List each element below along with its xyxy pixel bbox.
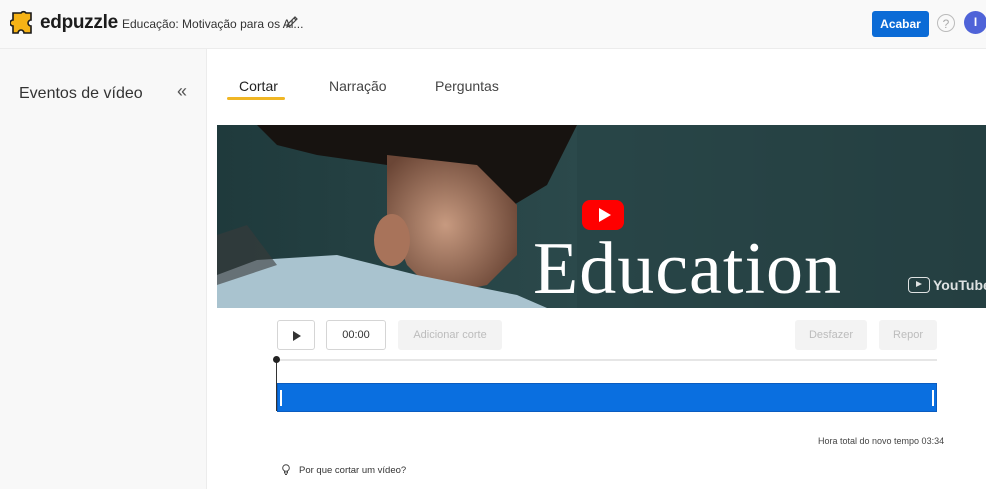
sidebar-title: Eventos de vídeo [19, 85, 143, 102]
tab-perguntas[interactable]: Perguntas [435, 78, 499, 94]
video-title-overlay: Education [533, 228, 843, 310]
timeline-track[interactable] [277, 359, 937, 361]
help-icon[interactable]: ? [937, 14, 955, 32]
youtube-logo[interactable]: YouTube [908, 277, 986, 293]
puzzle-logo-icon [10, 10, 32, 34]
pencil-icon[interactable] [284, 14, 300, 30]
avatar[interactable]: I [964, 11, 986, 34]
tab-cortar[interactable]: Cortar [239, 78, 278, 94]
collapse-sidebar-icon[interactable]: « [177, 81, 187, 102]
finish-button[interactable]: Acabar [872, 11, 929, 37]
play-button[interactable] [277, 320, 315, 350]
tab-narracao[interactable]: Narração [329, 78, 387, 94]
add-cut-button[interactable]: Adicionar corte [398, 320, 502, 350]
active-tab-indicator [227, 97, 285, 100]
current-time-field[interactable]: 00:00 [326, 320, 386, 350]
logo-text: edpuzzle [40, 12, 118, 33]
playhead-handle[interactable] [273, 356, 280, 363]
clip-start-handle[interactable] [280, 390, 282, 406]
why-cut-link[interactable]: Por que cortar um vídeo? [281, 464, 406, 476]
video-clip-bar[interactable] [277, 383, 937, 412]
clip-end-handle[interactable] [932, 390, 934, 406]
total-time-label: Hora total do novo tempo 03:34 [818, 436, 945, 446]
why-cut-label: Por que cortar um vídeo? [299, 464, 407, 476]
youtube-icon [908, 277, 930, 293]
top-bar: edpuzzle Educação: Motivação para os Al.… [0, 0, 986, 49]
video-events-sidebar: Eventos de vídeo « [0, 49, 207, 489]
youtube-play-icon[interactable] [582, 200, 624, 230]
undo-button[interactable]: Desfazer [795, 320, 867, 350]
document-title: Educação: Motivação para os Al... [122, 17, 304, 31]
youtube-label: YouTube [933, 277, 986, 293]
edpuzzle-logo[interactable]: edpuzzle [10, 10, 118, 36]
redo-button[interactable]: Repor [879, 320, 937, 350]
lightbulb-icon [282, 464, 290, 475]
